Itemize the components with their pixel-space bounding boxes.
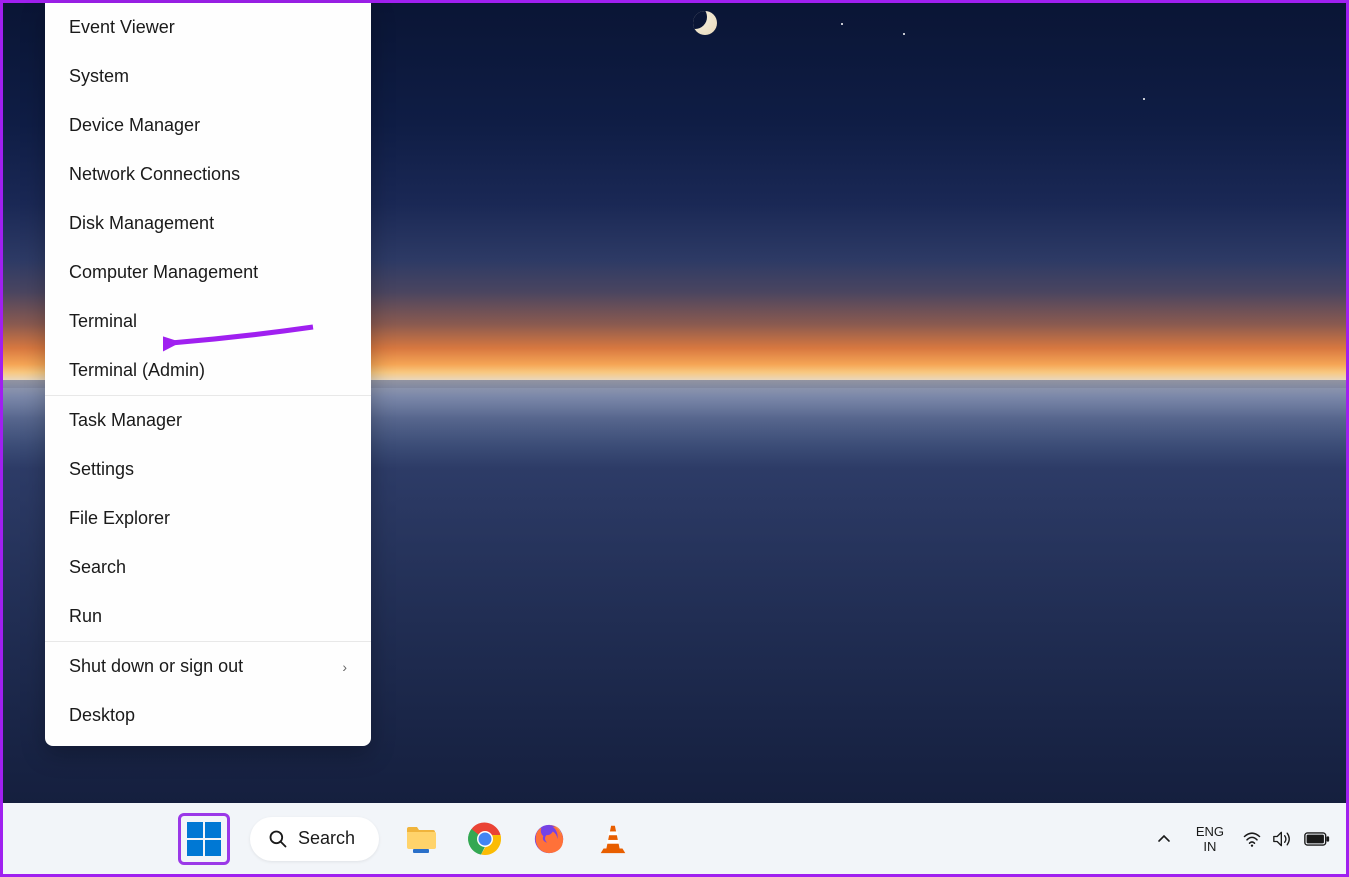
menu-item-terminal-admin[interactable]: Terminal (Admin) (45, 346, 371, 395)
star-graphic (841, 23, 843, 25)
taskbar-vlc[interactable] (591, 817, 635, 861)
wifi-icon (1242, 829, 1262, 849)
vlc-cone-icon (596, 822, 630, 856)
menu-item-file-explorer[interactable]: File Explorer (45, 494, 371, 543)
taskbar-file-explorer[interactable] (399, 817, 443, 861)
system-tray[interactable] (1242, 829, 1330, 849)
language-bottom: IN (1196, 839, 1224, 854)
menu-item-label: Device Manager (69, 115, 200, 136)
firefox-icon (532, 822, 566, 856)
volume-icon (1272, 829, 1294, 849)
menu-item-label: Search (69, 557, 126, 578)
menu-item-label: Disk Management (69, 213, 214, 234)
tray-overflow-button[interactable] (1150, 817, 1178, 861)
menu-item-desktop[interactable]: Desktop (45, 691, 371, 740)
chevron-right-icon: › (342, 659, 347, 675)
menu-item-label: Computer Management (69, 262, 258, 283)
winx-context-menu: Event Viewer System Device Manager Network … (45, 3, 371, 746)
menu-item-label: System (69, 66, 129, 87)
windows-logo-icon (187, 822, 221, 856)
menu-item-label: Network Connections (69, 164, 240, 185)
taskbar-firefox[interactable] (527, 817, 571, 861)
menu-item-label: Shut down or sign out (69, 656, 243, 677)
chevron-up-icon (1156, 831, 1172, 847)
menu-item-system[interactable]: System (45, 52, 371, 101)
menu-item-label: Desktop (69, 705, 135, 726)
star-graphic (903, 33, 905, 35)
menu-item-task-manager[interactable]: Task Manager (45, 396, 371, 445)
menu-item-label: Run (69, 606, 102, 627)
star-graphic (1143, 98, 1145, 100)
menu-item-device-manager[interactable]: Device Manager (45, 101, 371, 150)
search-label: Search (298, 828, 355, 849)
menu-item-label: Terminal (69, 311, 137, 332)
menu-item-computer-management[interactable]: Computer Management (45, 248, 371, 297)
menu-item-label: Event Viewer (69, 17, 175, 38)
search-icon (268, 829, 288, 849)
language-top: ENG (1196, 824, 1224, 839)
battery-icon (1304, 830, 1330, 848)
menu-item-search[interactable]: Search (45, 543, 371, 592)
menu-item-network-connections[interactable]: Network Connections (45, 150, 371, 199)
menu-item-terminal[interactable]: Terminal (45, 297, 371, 346)
moon-graphic (693, 11, 717, 35)
language-indicator[interactable]: ENG IN (1196, 824, 1224, 854)
menu-item-run[interactable]: Run (45, 592, 371, 641)
taskbar-search[interactable]: Search (250, 817, 379, 861)
chrome-icon (467, 821, 503, 857)
folder-icon (403, 821, 439, 857)
menu-item-label: File Explorer (69, 508, 170, 529)
menu-item-disk-management[interactable]: Disk Management (45, 199, 371, 248)
menu-item-event-viewer[interactable]: Event Viewer (45, 3, 371, 52)
menu-item-label: Settings (69, 459, 134, 480)
menu-item-label: Task Manager (69, 410, 182, 431)
taskbar: Search (3, 803, 1346, 874)
menu-item-settings[interactable]: Settings (45, 445, 371, 494)
taskbar-chrome[interactable] (463, 817, 507, 861)
start-button[interactable] (178, 813, 230, 865)
menu-item-label: Terminal (Admin) (69, 360, 205, 381)
menu-item-shutdown[interactable]: Shut down or sign out › (45, 642, 371, 691)
